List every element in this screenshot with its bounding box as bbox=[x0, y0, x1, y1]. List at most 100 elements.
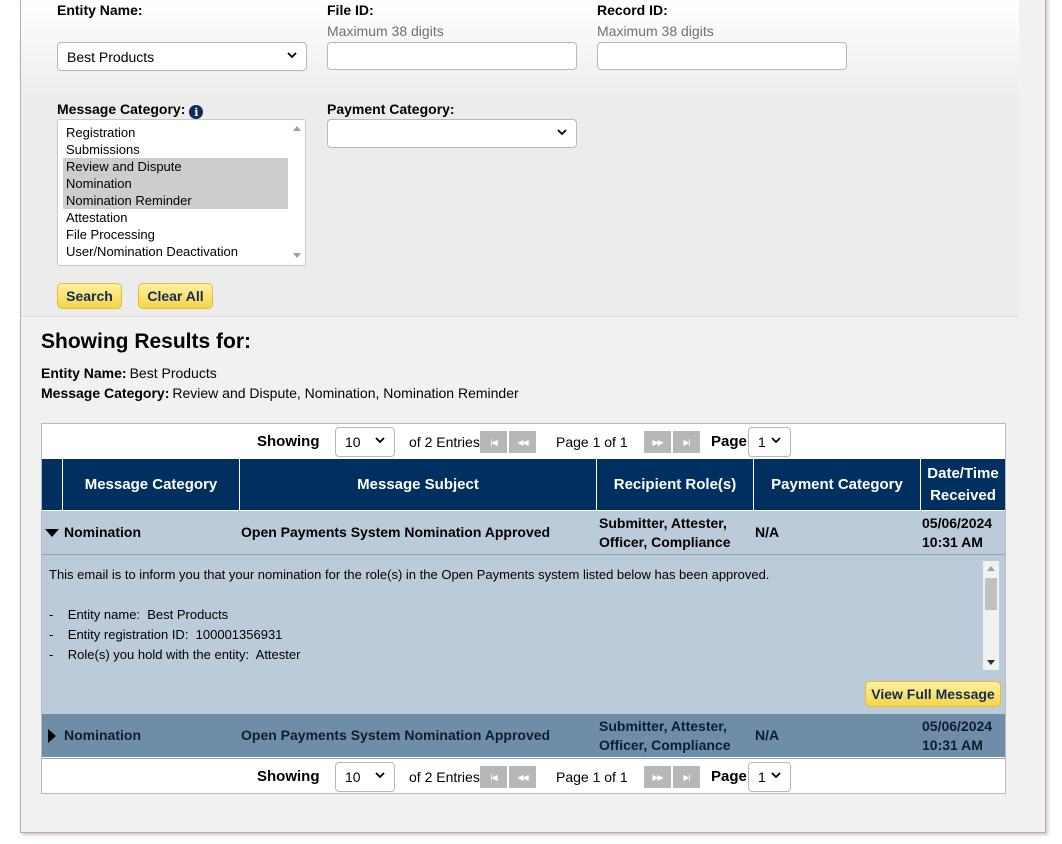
header-date-time[interactable]: Date/Time Received bbox=[920, 459, 1005, 510]
category-option-selected[interactable]: Nomination bbox=[63, 175, 288, 192]
row-category: Nomination bbox=[64, 727, 141, 743]
first-page-button[interactable]: |◀ bbox=[480, 766, 507, 788]
message-scrollbar[interactable] bbox=[983, 561, 999, 670]
header-recipient-roles[interactable]: Recipient Role(s) bbox=[596, 459, 753, 510]
info-icon[interactable]: i bbox=[189, 105, 204, 119]
last-page-button[interactable]: ▶| bbox=[673, 766, 700, 788]
page-number-select[interactable]: 1 bbox=[748, 427, 791, 457]
table-header: Message Category Message Subject Recipie… bbox=[42, 459, 1005, 510]
row-roles: Submitter, Attester, Officer, Compliance bbox=[599, 714, 730, 757]
results-title: Showing Results for: bbox=[41, 330, 251, 353]
category-option[interactable]: Submissions bbox=[63, 141, 288, 158]
collapse-toggle[interactable] bbox=[45, 511, 59, 554]
view-full-message-button[interactable]: View Full Message bbox=[865, 681, 1001, 707]
showing-label: Showing bbox=[257, 768, 320, 785]
header-expand-col bbox=[42, 459, 62, 510]
table-row[interactable]: Nomination Open Payments System Nominati… bbox=[42, 714, 1005, 757]
prev-page-icon: ◀◀ bbox=[517, 437, 528, 447]
caret-down-icon[interactable] bbox=[45, 528, 59, 537]
message-intro: This email is to inform you that your no… bbox=[49, 567, 770, 582]
message-line-entity-name: - Entity name: Best Products bbox=[49, 607, 229, 622]
results-entity-value: Best Products bbox=[129, 365, 217, 381]
results-grid: Showing 10 of 2 Entries |◀ ◀◀ Page 1 of … bbox=[41, 423, 1006, 794]
results-entity-line: Entity Name: Best Products bbox=[41, 365, 217, 381]
page-label: Page bbox=[711, 433, 747, 450]
prev-page-button[interactable]: ◀◀ bbox=[509, 766, 536, 788]
chevron-down-icon bbox=[375, 772, 385, 779]
results-category-value: Review and Dispute, Nomination, Nominati… bbox=[172, 385, 519, 401]
row-roles-line1: Submitter, Attester, bbox=[599, 717, 727, 734]
next-page-button[interactable]: ▶▶ bbox=[644, 431, 671, 453]
message-line-registration-id: - Entity registration ID: 100001356931 bbox=[49, 627, 283, 642]
row-payment: N/A bbox=[755, 727, 780, 743]
page-of-text: Page 1 of 1 bbox=[556, 769, 628, 785]
category-option[interactable]: Attestation bbox=[63, 209, 288, 226]
search-button[interactable]: Search bbox=[57, 283, 122, 309]
header-message-category[interactable]: Message Category bbox=[62, 459, 239, 510]
prev-page-icon: ◀◀ bbox=[517, 772, 528, 782]
prev-page-button[interactable]: ◀◀ bbox=[509, 431, 536, 453]
row-datetime: 05/06/2024 10:31 AM bbox=[922, 714, 992, 757]
scroll-thumb[interactable] bbox=[985, 578, 997, 610]
last-page-icon: ▶| bbox=[683, 437, 690, 447]
category-option-selected[interactable]: Review and Dispute bbox=[63, 158, 288, 175]
last-page-button[interactable]: ▶| bbox=[673, 431, 700, 453]
row-roles: Submitter, Attester, Officer, Compliance bbox=[599, 511, 730, 554]
scroll-up-icon[interactable] bbox=[987, 565, 995, 571]
next-page-icon: ▶▶ bbox=[652, 772, 663, 782]
pager-bottom: Showing 10 of 2 Entries |◀ ◀◀ Page 1 of … bbox=[42, 758, 1005, 793]
message-category-label: Message Category: bbox=[57, 101, 186, 117]
header-payment-category[interactable]: Payment Category bbox=[753, 459, 920, 510]
page-size-select[interactable]: 10 bbox=[335, 427, 395, 457]
category-option[interactable]: File Processing bbox=[63, 226, 288, 243]
message-category-label-wrap: Message Category: i bbox=[57, 101, 204, 119]
first-page-icon: |◀ bbox=[490, 437, 497, 447]
page-size-value: 10 bbox=[345, 434, 361, 450]
entries-text: of 2 Entries bbox=[409, 434, 480, 450]
row-datetime: 05/06/2024 10:31 AM bbox=[922, 511, 992, 554]
entity-name-select[interactable]: Best Products bbox=[57, 42, 307, 71]
entity-name-label: Entity Name: bbox=[57, 2, 143, 18]
row-roles-line2: Officer, Compliance bbox=[599, 533, 731, 550]
row-subject: Open Payments System Nomination Approved bbox=[241, 727, 551, 743]
clear-all-button[interactable]: Clear All bbox=[138, 283, 213, 309]
scroll-down-icon[interactable] bbox=[987, 660, 995, 666]
row-date: 05/06/2024 bbox=[922, 514, 993, 531]
scroll-down-icon[interactable] bbox=[293, 253, 301, 259]
page-of-text: Page 1 of 1 bbox=[556, 434, 628, 450]
message-body: This email is to inform you that your no… bbox=[42, 559, 987, 671]
first-page-button[interactable]: |◀ bbox=[480, 431, 507, 453]
listbox-scrollbar[interactable] bbox=[289, 120, 305, 265]
next-page-button[interactable]: ▶▶ bbox=[644, 766, 671, 788]
first-page-icon: |◀ bbox=[490, 772, 497, 782]
message-line-roles: - Role(s) you hold with the entity: Atte… bbox=[49, 647, 301, 662]
results-category-line: Message Category: Review and Dispute, Nom… bbox=[41, 385, 519, 401]
payment-category-label: Payment Category: bbox=[327, 101, 455, 117]
chevron-down-icon bbox=[287, 51, 297, 58]
message-category-listbox[interactable]: Registration Submissions Review and Disp… bbox=[57, 119, 306, 266]
record-id-hint: Maximum 38 digits bbox=[597, 23, 714, 39]
payment-category-select[interactable] bbox=[327, 119, 577, 148]
category-option[interactable]: Registration bbox=[63, 124, 288, 141]
row-roles-line1: Submitter, Attester, bbox=[599, 514, 727, 531]
file-id-input[interactable] bbox=[327, 42, 577, 70]
caret-right-icon[interactable] bbox=[48, 728, 56, 743]
pager-top: Showing 10 of 2 Entries |◀ ◀◀ Page 1 of … bbox=[42, 424, 1005, 458]
last-page-icon: ▶| bbox=[683, 772, 690, 782]
header-message-subject[interactable]: Message Subject bbox=[239, 459, 596, 510]
results-entity-label: Entity Name: bbox=[41, 365, 127, 381]
category-option[interactable]: User/Nomination Deactivation bbox=[63, 243, 288, 260]
page-size-select[interactable]: 10 bbox=[335, 762, 395, 792]
file-id-hint: Maximum 38 digits bbox=[327, 23, 444, 39]
scroll-up-icon[interactable] bbox=[293, 125, 301, 131]
category-option-selected[interactable]: Nomination Reminder bbox=[63, 192, 288, 209]
record-id-input[interactable] bbox=[597, 42, 847, 70]
page-number-select[interactable]: 1 bbox=[748, 762, 791, 792]
table-row[interactable]: Nomination Open Payments System Nominati… bbox=[42, 511, 1005, 555]
expand-toggle[interactable] bbox=[48, 714, 56, 757]
record-id-label: Record ID: bbox=[597, 2, 668, 18]
page-number-value: 1 bbox=[758, 769, 766, 785]
row-time: 10:31 AM bbox=[922, 736, 983, 753]
header-date-time-label: Date/Time Received bbox=[927, 464, 999, 504]
row-roles-line2: Officer, Compliance bbox=[599, 736, 731, 753]
